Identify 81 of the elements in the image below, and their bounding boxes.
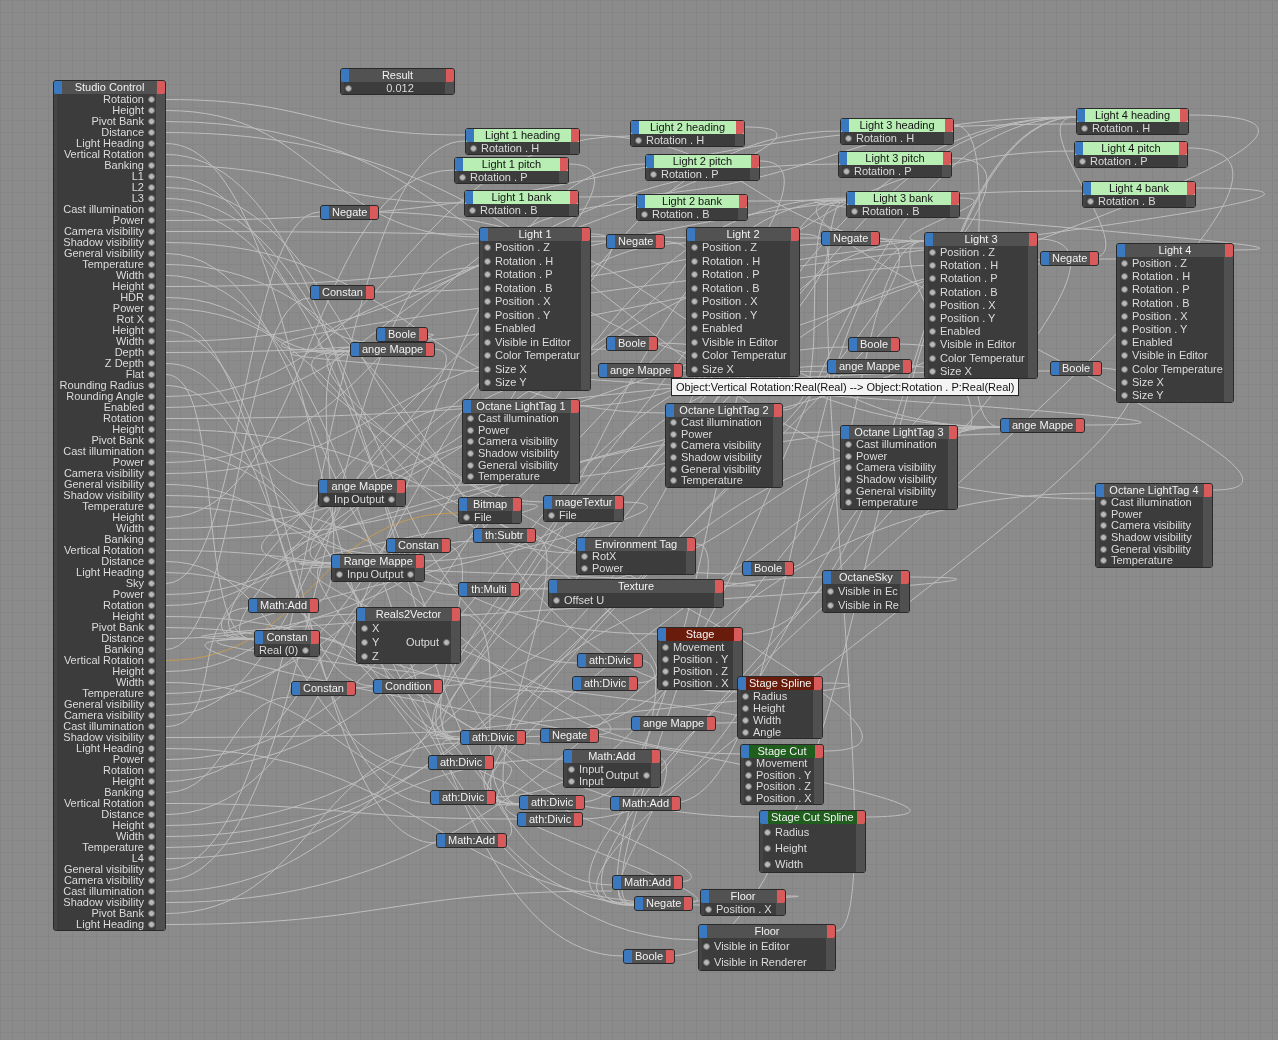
port-label: Vertical Rotation xyxy=(63,798,144,809)
port-label: Rounding Angle xyxy=(66,391,144,402)
port-label: General visibility xyxy=(63,479,144,490)
port-label: Rounding Radius xyxy=(59,380,144,391)
port-label: Banking xyxy=(104,644,144,655)
port-label: Pivot Bank xyxy=(91,622,144,633)
port-label: Rotation xyxy=(103,94,144,105)
port-label: Vertical Rotation xyxy=(63,545,144,556)
port-label: Power xyxy=(112,303,144,314)
port-label: General visibility xyxy=(63,864,144,875)
port-label: Height xyxy=(112,512,144,523)
port-label: Camera visibility xyxy=(63,468,144,479)
port-label: Temperature xyxy=(82,259,144,270)
port-label: Cast illumination xyxy=(63,446,144,457)
port-label: Pivot Bank xyxy=(91,116,144,127)
port-label: Power xyxy=(112,589,144,600)
port-label: Rot X xyxy=(116,314,144,325)
port-label: Width xyxy=(115,523,144,534)
port-label: Height xyxy=(112,776,144,787)
port-label: Light Heading xyxy=(76,567,144,578)
port-label: Camera visibility xyxy=(63,226,144,237)
port-label: L3 xyxy=(131,193,144,204)
port-label: Width xyxy=(115,336,144,347)
port-label: HDR xyxy=(120,292,144,303)
value-label: 0.012 xyxy=(385,82,415,94)
port-label: Sky xyxy=(125,578,144,589)
port-label: Enabled xyxy=(103,402,144,413)
port-label: Width xyxy=(115,270,144,281)
port-label: Shadow visibility xyxy=(63,897,144,908)
port-label: Light Heading xyxy=(76,919,144,930)
port-label: Shadow visibility xyxy=(63,732,144,743)
port-label: Camera visibility xyxy=(63,875,144,886)
node-title[interactable]: Result xyxy=(341,69,454,82)
port-label: Banking xyxy=(104,160,144,171)
port-label: Height xyxy=(112,325,144,336)
port-label: Power xyxy=(112,215,144,226)
port-label: Rotation xyxy=(103,413,144,424)
port-label: Banking xyxy=(104,787,144,798)
port-label: Distance xyxy=(101,556,144,567)
port-label: Banking xyxy=(104,534,144,545)
port-label: Rotation xyxy=(103,765,144,776)
port-label: Height xyxy=(112,424,144,435)
port-label: L1 xyxy=(131,171,144,182)
port-label: Shadow visibility xyxy=(63,237,144,248)
port-label: Light Heading xyxy=(76,138,144,149)
port-label: Cast illumination xyxy=(63,204,144,215)
port-label: Width xyxy=(115,677,144,688)
port-label: L4 xyxy=(131,853,144,864)
port-label: Vertical Rotation xyxy=(63,655,144,666)
port-label: Height xyxy=(112,611,144,622)
port-label: Power xyxy=(112,457,144,468)
port-label: L2 xyxy=(131,182,144,193)
port-label: Pivot Bank xyxy=(91,435,144,446)
port-label: Height xyxy=(112,820,144,831)
port-label: Shadow visibility xyxy=(63,490,144,501)
port-label: Light Heading xyxy=(76,743,144,754)
port-label: Rotation xyxy=(103,600,144,611)
node-title[interactable]: Studio Control xyxy=(54,81,165,94)
port-label: Depth xyxy=(114,347,144,358)
port-label: Z Depth xyxy=(104,358,144,369)
port-label: Flat xyxy=(125,369,144,380)
port-label: Temperature xyxy=(82,688,144,699)
port-label: Cast illumination xyxy=(63,886,144,897)
port-label: Distance xyxy=(101,127,144,138)
port-label: Pivot Bank xyxy=(91,908,144,919)
port-label: Temperature xyxy=(82,501,144,512)
port-icon[interactable] xyxy=(345,84,352,92)
port-label: Vertical Rotation xyxy=(63,149,144,160)
port-label: Height xyxy=(112,105,144,116)
port-label: General visibility xyxy=(63,699,144,710)
port-label: Width xyxy=(115,831,144,842)
port-label: Camera visibility xyxy=(63,710,144,721)
port-label: Height xyxy=(112,666,144,677)
port-label: Power xyxy=(112,754,144,765)
port-label: Cast illumination xyxy=(63,721,144,732)
port-label: Distance xyxy=(101,633,144,644)
port-label: Height xyxy=(112,281,144,292)
port-label: General visibility xyxy=(63,248,144,259)
port-label: Distance xyxy=(101,809,144,820)
port-label: Visible in Renderer xyxy=(714,956,807,968)
port-label: Temperature xyxy=(82,842,144,853)
